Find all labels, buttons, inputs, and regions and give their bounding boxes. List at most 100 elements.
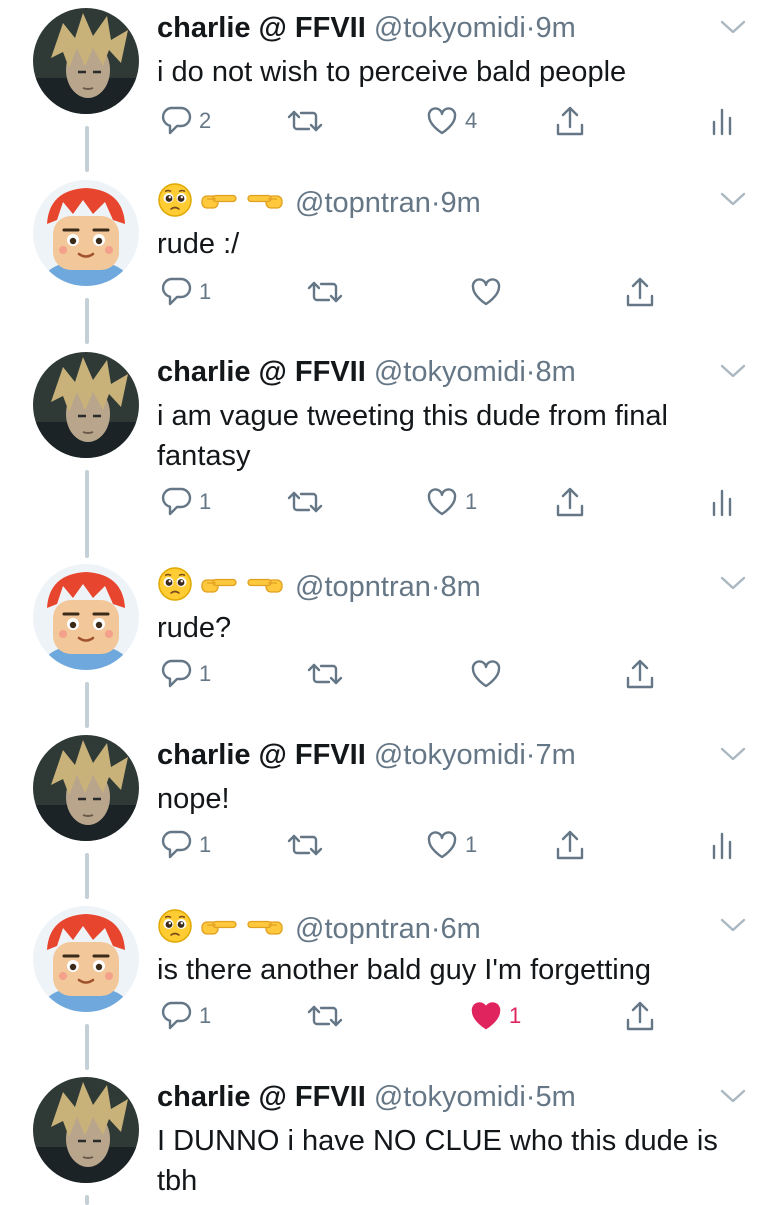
chevron-down-icon[interactable] (719, 745, 747, 763)
avatar[interactable] (33, 8, 139, 114)
heart-filled-icon (469, 999, 503, 1033)
reply-button[interactable]: 1 (159, 825, 211, 865)
display-name[interactable]: charlie @ FFVII (157, 12, 366, 44)
reply-button[interactable]: 1 (159, 482, 211, 522)
retweet-icon (285, 104, 325, 138)
share-icon (553, 103, 587, 139)
reply-icon (159, 999, 193, 1033)
tweet-text: rude? (157, 612, 232, 644)
retweet-button[interactable] (305, 654, 345, 694)
pointing-right-emoji (201, 578, 237, 593)
chevron-down-icon[interactable] (719, 1087, 747, 1105)
timestamp[interactable]: 8m (535, 356, 575, 388)
reply-button[interactable]: 1 (159, 272, 211, 312)
username[interactable]: @topntran (295, 187, 431, 219)
share-button[interactable] (623, 996, 657, 1036)
tweet-text: is there another bald guy I'm forgetting (157, 954, 651, 986)
tweet-header: charlie @ FFVII @tokyomidi·5m (157, 1079, 715, 1115)
username[interactable]: @tokyomidi (374, 1081, 526, 1113)
retweet-icon (305, 657, 345, 691)
time-separator: · (430, 571, 441, 603)
retweet-button[interactable] (285, 101, 325, 141)
like-button[interactable]: 4 (425, 101, 477, 141)
chevron-down-icon[interactable] (719, 362, 747, 380)
share-icon (553, 484, 587, 520)
reply-icon (159, 657, 193, 691)
share-button[interactable] (553, 101, 587, 141)
reply-button[interactable]: 1 (159, 654, 211, 694)
analytics-button[interactable] (709, 101, 735, 141)
like-button[interactable]: 1 (425, 825, 477, 865)
heart-icon (425, 828, 459, 862)
display-name[interactable]: charlie @ FFVII (157, 1081, 366, 1113)
thread-line (85, 470, 89, 558)
timestamp[interactable]: 9m (441, 187, 481, 219)
timestamp[interactable]: 6m (441, 913, 481, 945)
action-bar: 1 1 (157, 482, 747, 522)
thread-line (85, 853, 89, 899)
action-bar: 1 (157, 272, 747, 312)
pointing-left-emoji (247, 578, 283, 593)
chevron-down-icon[interactable] (719, 18, 747, 36)
avatar[interactable] (33, 735, 139, 841)
share-button[interactable] (553, 482, 587, 522)
reply-button[interactable]: 1 (159, 996, 211, 1036)
username[interactable]: @tokyomidi (374, 12, 526, 44)
display-name[interactable]: charlie @ FFVII (157, 739, 366, 771)
avatar[interactable] (33, 352, 139, 458)
like-button[interactable]: 1 (425, 482, 477, 522)
analytics-icon (709, 828, 735, 862)
time-separator: · (525, 1081, 536, 1113)
share-button[interactable] (623, 654, 657, 694)
timestamp[interactable]: 8m (441, 571, 481, 603)
pleading-face-emoji (158, 909, 192, 943)
share-button[interactable] (623, 272, 657, 312)
avatar[interactable] (33, 1077, 139, 1183)
thread-line (85, 1195, 89, 1205)
avatar[interactable] (33, 906, 139, 1012)
username[interactable]: @topntran (295, 571, 431, 603)
retweet-button[interactable] (285, 825, 325, 865)
heart-icon (425, 485, 459, 519)
username[interactable]: @topntran (295, 913, 431, 945)
analytics-button[interactable] (709, 825, 735, 865)
retweet-button[interactable] (305, 272, 345, 312)
like-button[interactable] (469, 272, 503, 312)
timestamp[interactable]: 7m (535, 739, 575, 771)
chevron-down-icon[interactable] (719, 190, 747, 208)
share-button[interactable] (553, 825, 587, 865)
username[interactable]: @tokyomidi (374, 356, 526, 388)
reply-icon (159, 828, 193, 862)
thread-line (85, 1024, 89, 1070)
avatar[interactable] (33, 180, 139, 286)
action-bar: 2 4 (157, 101, 747, 141)
avatar[interactable] (33, 564, 139, 670)
retweet-button[interactable] (285, 482, 325, 522)
like-button[interactable] (469, 654, 503, 694)
thread-line (85, 682, 89, 728)
like-count: 1 (509, 1003, 522, 1028)
timestamp[interactable]: 9m (535, 12, 575, 44)
reply-button[interactable]: 2 (159, 101, 211, 141)
display-name-emoji[interactable] (157, 908, 285, 944)
chevron-down-icon[interactable] (719, 574, 747, 592)
timestamp[interactable]: 5m (535, 1081, 575, 1113)
thread-line (85, 298, 89, 344)
retweet-button[interactable] (305, 996, 345, 1036)
retweet-icon (305, 999, 345, 1033)
pointing-left-emoji (247, 920, 283, 935)
like-button[interactable]: 1 (469, 996, 521, 1036)
time-separator: · (525, 739, 536, 771)
tweet-header: charlie @ FFVII @tokyomidi·7m (157, 737, 715, 773)
display-name-emoji[interactable] (157, 182, 285, 218)
reply-count: 1 (199, 279, 212, 304)
time-separator: · (430, 187, 441, 219)
share-icon (553, 827, 587, 863)
pleading-face-emoji (158, 567, 192, 601)
tweet-header: @topntran·8m (157, 566, 715, 605)
display-name[interactable]: charlie @ FFVII (157, 356, 366, 388)
username[interactable]: @tokyomidi (374, 739, 526, 771)
chevron-down-icon[interactable] (719, 916, 747, 934)
analytics-button[interactable] (709, 482, 735, 522)
display-name-emoji[interactable] (157, 566, 285, 602)
